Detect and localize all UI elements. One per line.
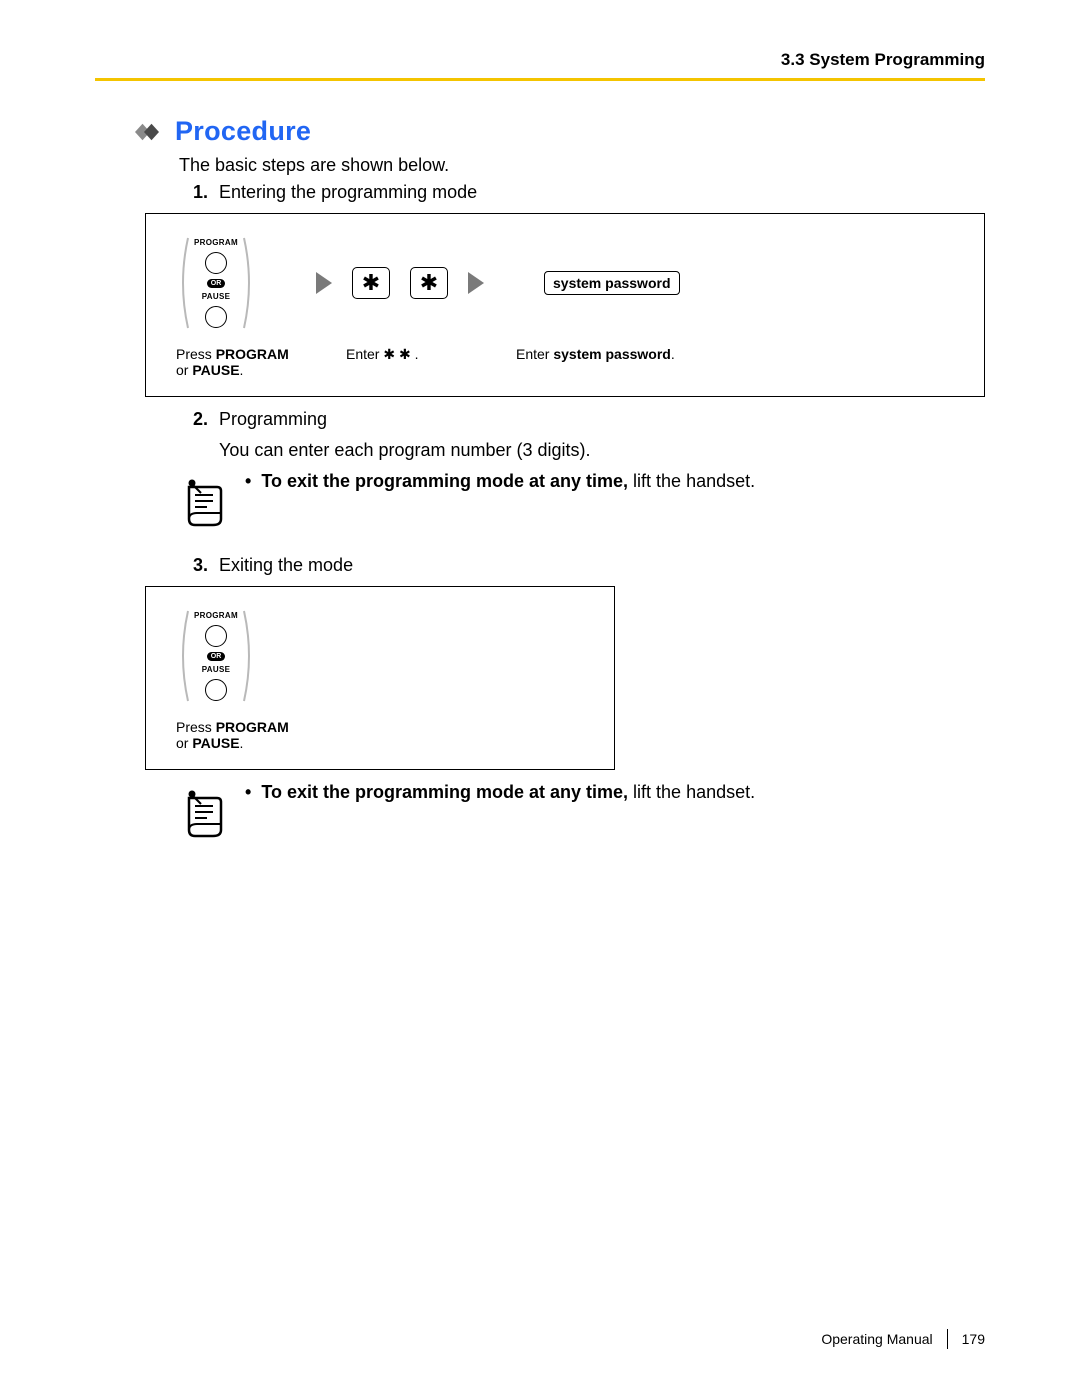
star-key-2: ✱: [410, 267, 448, 299]
diagram-entering-mode: PROGRAM OR PAUSE ✱ ✱ system password: [145, 213, 985, 397]
bullet-icon: •: [245, 782, 251, 802]
program-pause-button-group: PROGRAM OR PAUSE: [176, 236, 256, 330]
step-2-number: 2.: [193, 409, 219, 430]
page: 3.3 System Programming Procedure The bas…: [0, 0, 1080, 1397]
intro-text: The basic steps are shown below.: [179, 155, 985, 176]
step-3-text: Exiting the mode: [219, 555, 353, 575]
diagram-2-captions: Press PROGRAM or PAUSE.: [176, 719, 584, 751]
note-2-text: •To exit the programming mode at any tim…: [245, 782, 755, 803]
section-heading: Procedure: [175, 116, 311, 147]
diagram-1-row: PROGRAM OR PAUSE ✱ ✱ system password: [176, 236, 954, 330]
section-title-row: Procedure: [135, 116, 985, 147]
program-label: PROGRAM: [194, 238, 238, 247]
diagram-1-captions: Press PROGRAM or PAUSE. Enter ✱ ✱ . Ente…: [176, 346, 954, 378]
pause-label: PAUSE: [202, 292, 230, 301]
or-pill: OR: [207, 279, 226, 288]
header-rule: [95, 78, 985, 81]
button-group-inner: PROGRAM OR PAUSE: [190, 236, 242, 330]
footer-manual-name: Operating Manual: [821, 1331, 932, 1347]
system-password-box: system password: [544, 271, 680, 295]
right-paren-icon: [242, 609, 256, 703]
bullet-icon: •: [245, 471, 251, 491]
double-diamond-icon: [135, 120, 165, 144]
step-3-number: 3.: [193, 555, 219, 576]
diagram-exiting-mode: PROGRAM OR PAUSE Press PROGRAM or PAUSE.: [145, 586, 615, 770]
page-footer: Operating Manual 179: [821, 1329, 985, 1349]
arrow-right-icon: [316, 272, 332, 294]
footer-page-number: 179: [962, 1331, 985, 1347]
left-paren-icon: [176, 609, 190, 703]
step-1-text: Entering the programming mode: [219, 182, 477, 202]
button-group-inner: PROGRAM OR PAUSE: [190, 609, 242, 703]
step-2: 2.Programming: [193, 409, 985, 430]
caption-enter-stars: Enter ✱ ✱ .: [346, 346, 496, 378]
page-header: 3.3 System Programming: [95, 50, 985, 70]
step-3: 3.Exiting the mode: [193, 555, 985, 576]
footer-separator: [947, 1329, 948, 1349]
program-label: PROGRAM: [194, 611, 238, 620]
content: Procedure The basic steps are shown belo…: [95, 116, 985, 842]
step-1-number: 1.: [193, 182, 219, 203]
pause-label: PAUSE: [202, 665, 230, 674]
diagram-2-row: PROGRAM OR PAUSE: [176, 609, 584, 703]
caption-press-program: Press PROGRAM or PAUSE.: [176, 346, 326, 378]
star-key-1: ✱: [352, 267, 390, 299]
left-paren-icon: [176, 236, 190, 330]
arrow-right-icon: [468, 272, 484, 294]
caption-enter-password: Enter system password.: [516, 346, 954, 378]
note-1-text: •To exit the programming mode at any tim…: [245, 471, 755, 492]
program-button-icon: [205, 625, 227, 647]
note-icon: [183, 477, 227, 531]
note-icon: [183, 788, 227, 842]
right-paren-icon: [242, 236, 256, 330]
program-pause-button-group: PROGRAM OR PAUSE: [176, 609, 256, 703]
program-button-icon: [205, 252, 227, 274]
or-pill: OR: [207, 652, 226, 661]
note-2: •To exit the programming mode at any tim…: [183, 782, 985, 842]
step-2-subtext: You can enter each program number (3 dig…: [219, 440, 985, 461]
step-1: 1.Entering the programming mode: [193, 182, 985, 203]
note-1: •To exit the programming mode at any tim…: [183, 471, 985, 531]
pause-button-icon: [205, 306, 227, 328]
caption-press-program: Press PROGRAM or PAUSE.: [176, 719, 289, 751]
step-2-text: Programming: [219, 409, 327, 429]
pause-button-icon: [205, 679, 227, 701]
